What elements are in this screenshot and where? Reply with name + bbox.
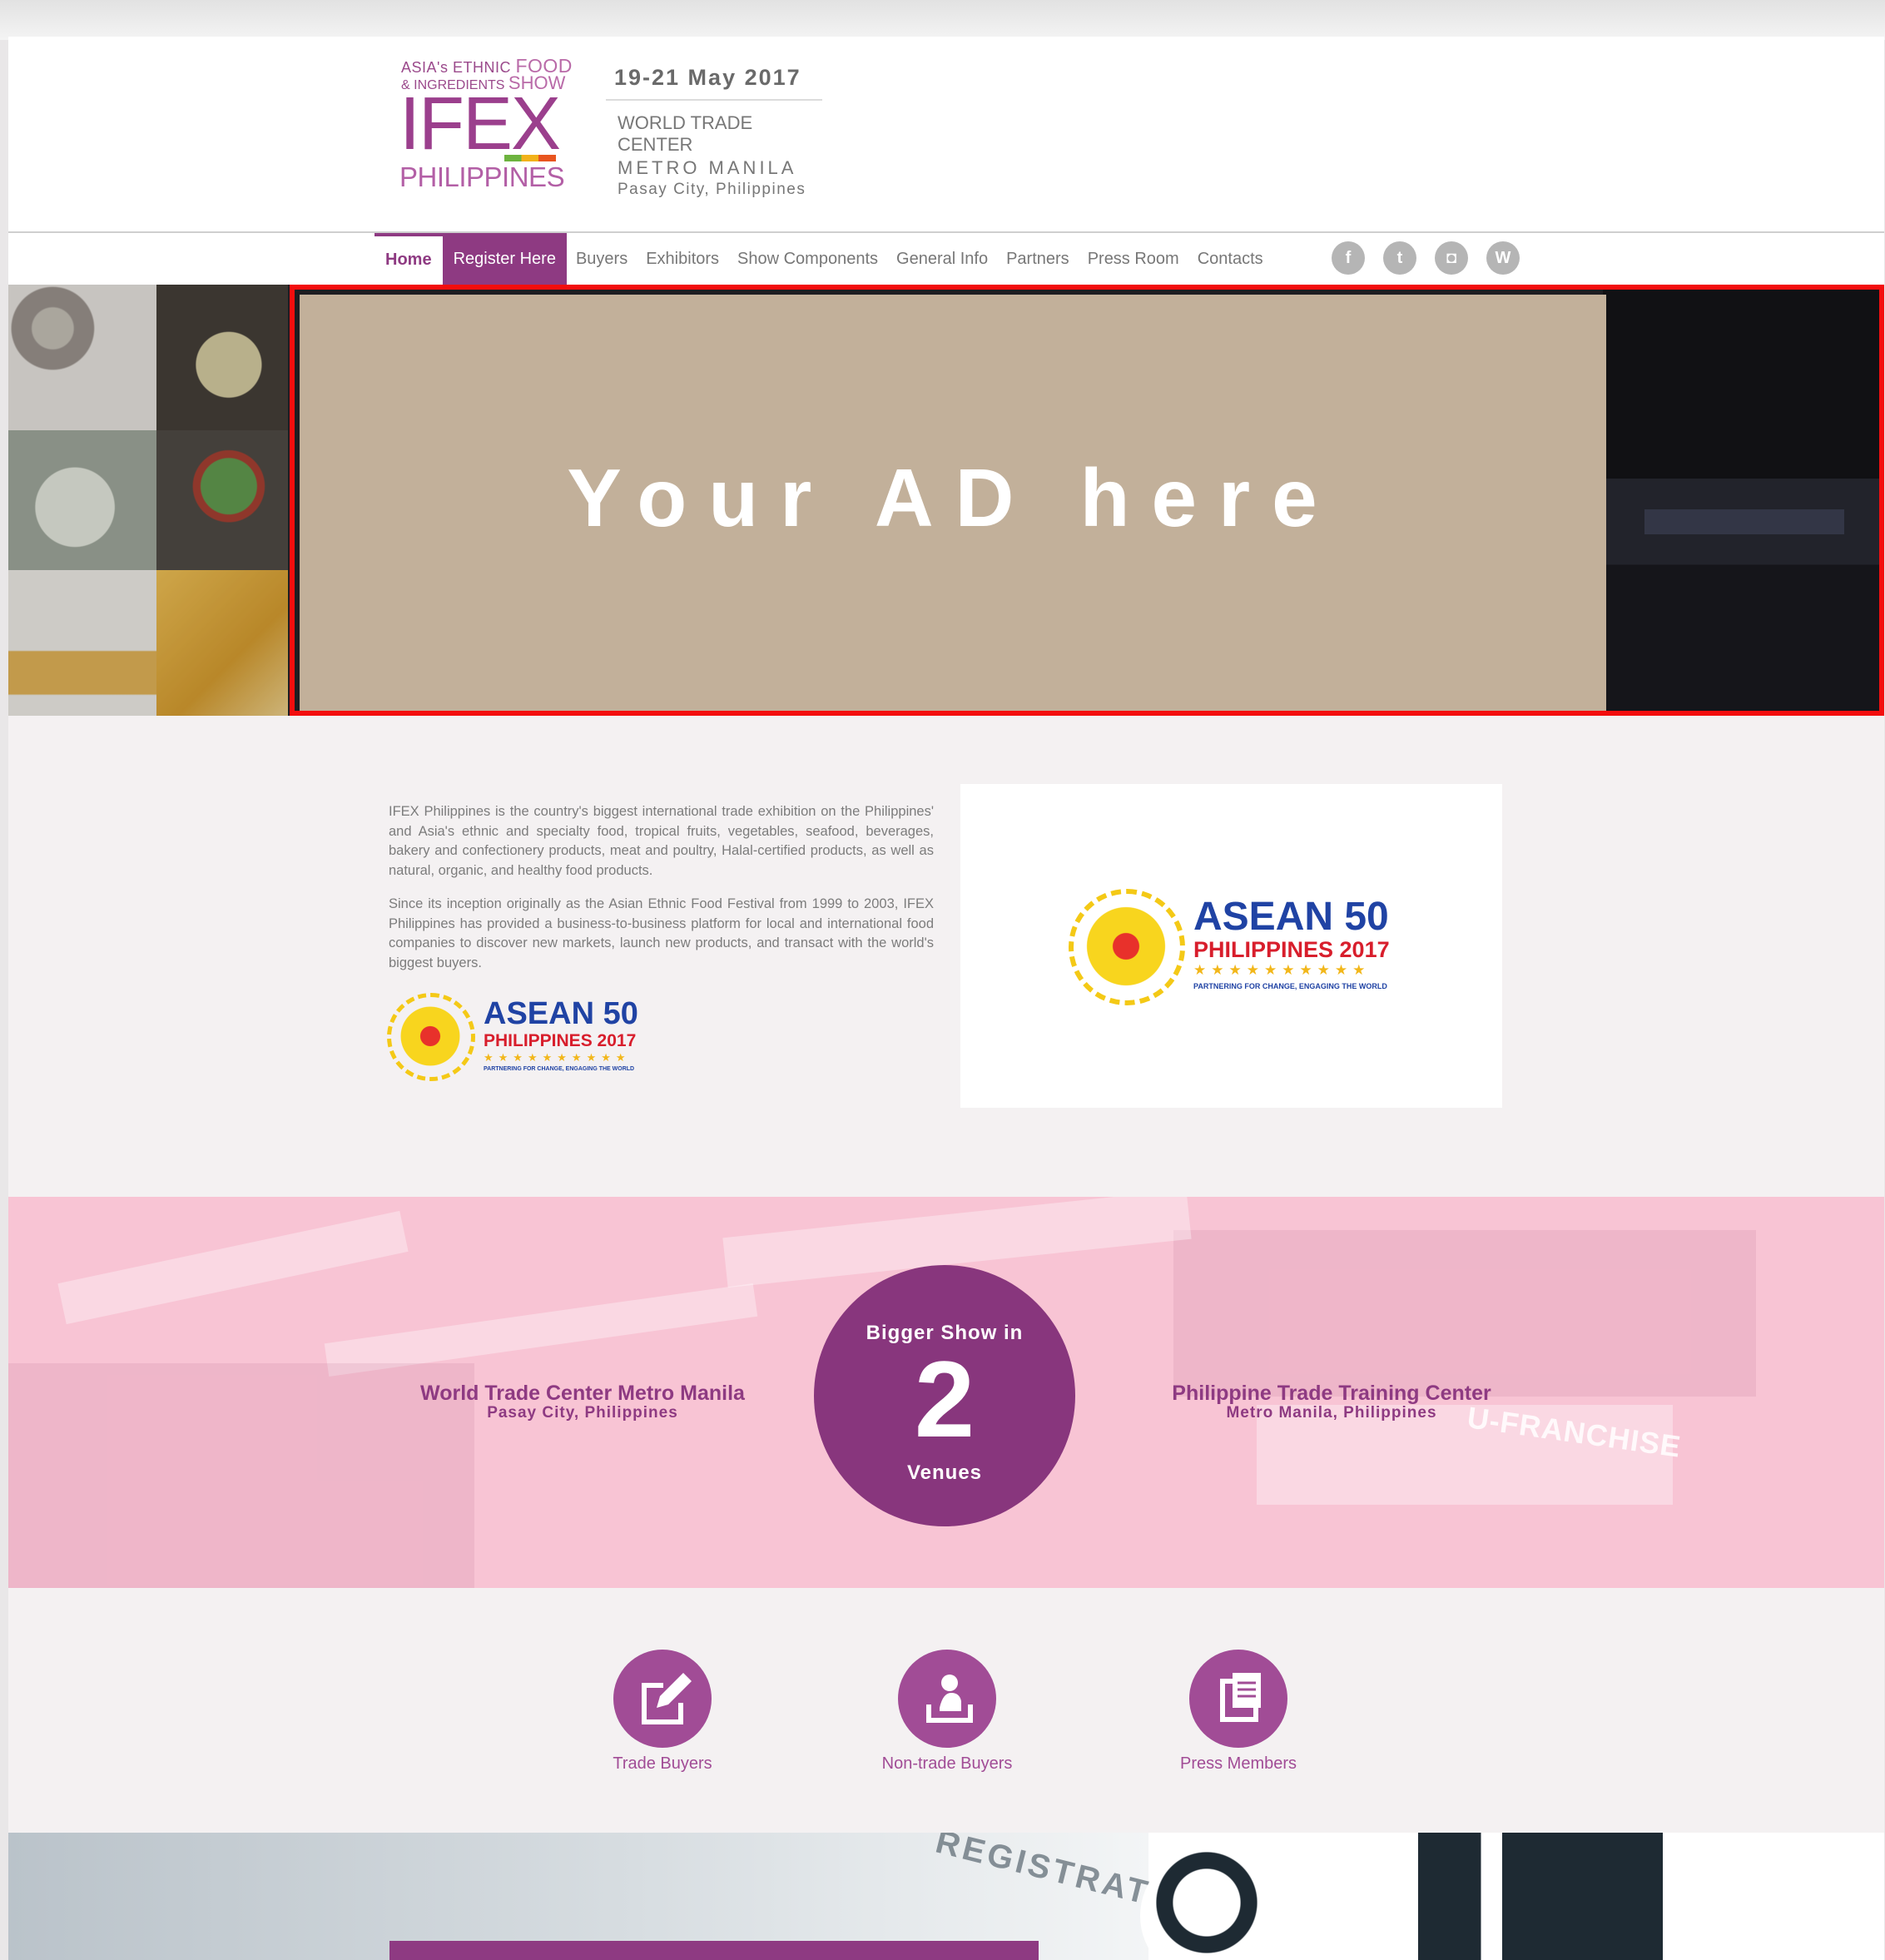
venue-line3: Pasay City, Philippines (618, 181, 806, 198)
asean-logo-card: ASEAN 50 PHILIPPINES 2017 ★★★★★★★★★★ PAR… (960, 784, 1502, 1108)
asean-tagline: PARTNERING FOR CHANGE, ENGAGING THE WORL… (1193, 982, 1387, 990)
badge-number: 2 (914, 1338, 975, 1460)
twitter-icon[interactable]: t (1383, 241, 1416, 275)
nav-partners[interactable]: Partners (997, 233, 1079, 285)
venues-band: U-FRANCHISE World Trade Center Metro Man… (8, 1197, 1884, 1588)
about-paragraph-1: IFEX Philippines is the country's bigges… (389, 804, 934, 878)
asean-logo-small: ASEAN 50 PHILIPPINES 2017 ★★★★★★★★★★ PAR… (387, 990, 653, 1089)
asean-logo-large: ASEAN 50 PHILIPPINES 2017 ★★★★★★★★★★ PAR… (1069, 884, 1418, 1009)
event-info: 19-21 May 2017 WORLD TRADE CENTER METRO … (606, 62, 822, 199)
asean-title: ASEAN 50 (484, 996, 638, 1031)
asean-subtitle: PHILIPPINES 2017 (484, 1031, 637, 1050)
social-links: f t ◘ W (1332, 241, 1520, 275)
nav-press-room[interactable]: Press Room (1079, 233, 1188, 285)
user-upload-icon (898, 1650, 996, 1748)
facebook-icon[interactable]: f (1332, 241, 1365, 275)
venue-pttc-location: Metro Manila, Philippines (1226, 1404, 1437, 1422)
about-section: IFEX Philippines is the country's bigges… (389, 802, 934, 987)
food-photo-spices (8, 285, 156, 430)
venue-wtc-location: Pasay City, Philippines (487, 1404, 678, 1422)
nav-home[interactable]: Home (375, 233, 443, 285)
nav-buyers[interactable]: Buyers (567, 233, 637, 285)
ad-placeholder[interactable]: Your AD here (290, 285, 1884, 716)
edit-icon (613, 1650, 712, 1748)
bottom-purple-panel (389, 1941, 1039, 1960)
venue-pttc: Philippine Trade Training Center Metro M… (1007, 1382, 1656, 1422)
nav-show-components[interactable]: Show Components (728, 233, 887, 285)
non-trade-buyers-label: Non-trade Buyers (881, 1754, 1013, 1773)
nav-contacts[interactable]: Contacts (1188, 233, 1272, 285)
asean-title: ASEAN 50 (1193, 895, 1389, 939)
page: ASIA's ETHNIC FOOD & INGREDIENTS SHOW IF… (8, 37, 1884, 1960)
bottom-photo-band: REGISTRATION (8, 1833, 1884, 1960)
logo-country: PHILIPPINES (399, 161, 565, 192)
logo-brand: IFEX (399, 82, 561, 166)
nav-register-here[interactable]: Register Here (442, 233, 567, 285)
person-photo-1 (1140, 1849, 1273, 1960)
ifex-logo[interactable]: ASIA's ETHNIC FOOD & INGREDIENTS SHOW IF… (399, 50, 572, 196)
asean-subtitle: PHILIPPINES 2017 (1193, 937, 1390, 962)
venue-line2: METRO MANILA (618, 157, 797, 178)
nav-exhibitors[interactable]: Exhibitors (637, 233, 728, 285)
food-photo-dessert (8, 570, 156, 716)
food-photo-salad (156, 430, 288, 570)
food-photo-mango (156, 570, 288, 716)
person-photo-2 (1418, 1833, 1768, 1960)
food-photo-cauliflower (8, 430, 156, 570)
wordpress-icon[interactable]: W (1486, 241, 1520, 275)
press-members-label: Press Members (1179, 1754, 1297, 1773)
instagram-icon[interactable]: ◘ (1435, 241, 1468, 275)
venue-wtc: World Trade Center Metro Manila Pasay Ci… (258, 1382, 907, 1422)
badge-bottom-text: Venues (906, 1461, 983, 1484)
event-date: 19-21 May 2017 (606, 62, 822, 101)
hero-banner: Your AD here (8, 285, 1884, 716)
food-photo-grid (8, 285, 288, 716)
main-nav: Home Register Here Buyers Exhibitors Sho… (8, 233, 1884, 285)
site-header: ASIA's ETHNIC FOOD & INGREDIENTS SHOW IF… (8, 37, 1884, 233)
register-trade-buyers[interactable]: Trade Buyers (563, 1650, 762, 1774)
nav-general-info[interactable]: General Info (887, 233, 997, 285)
venue-line1: WORLD TRADE CENTER (618, 112, 753, 155)
food-photo-chips (156, 285, 288, 430)
asean-stars: ★★★★★★★★★★ (484, 1051, 631, 1064)
ad-text: Your AD here (567, 452, 1339, 543)
browser-top-shade (0, 0, 1885, 40)
venue-pttc-name: Philippine Trade Training Center (1172, 1382, 1491, 1405)
two-venues-badge: Bigger Show in 2 Venues (814, 1265, 1075, 1526)
logo-color-bar (504, 155, 556, 161)
register-press-members[interactable]: Press Members (1138, 1650, 1338, 1774)
clipboard-icon (1189, 1650, 1287, 1748)
register-non-trade-buyers[interactable]: Non-trade Buyers (847, 1650, 1047, 1774)
asean-stars: ★★★★★★★★★★ (1193, 962, 1371, 978)
trade-buyers-label: Trade Buyers (613, 1754, 712, 1773)
venue-wtc-name: World Trade Center Metro Manila (420, 1382, 745, 1405)
asean-tagline: PARTNERING FOR CHANGE, ENGAGING THE WORL… (484, 1066, 635, 1072)
about-paragraph-2: Since its inception originally as the As… (389, 896, 934, 970)
